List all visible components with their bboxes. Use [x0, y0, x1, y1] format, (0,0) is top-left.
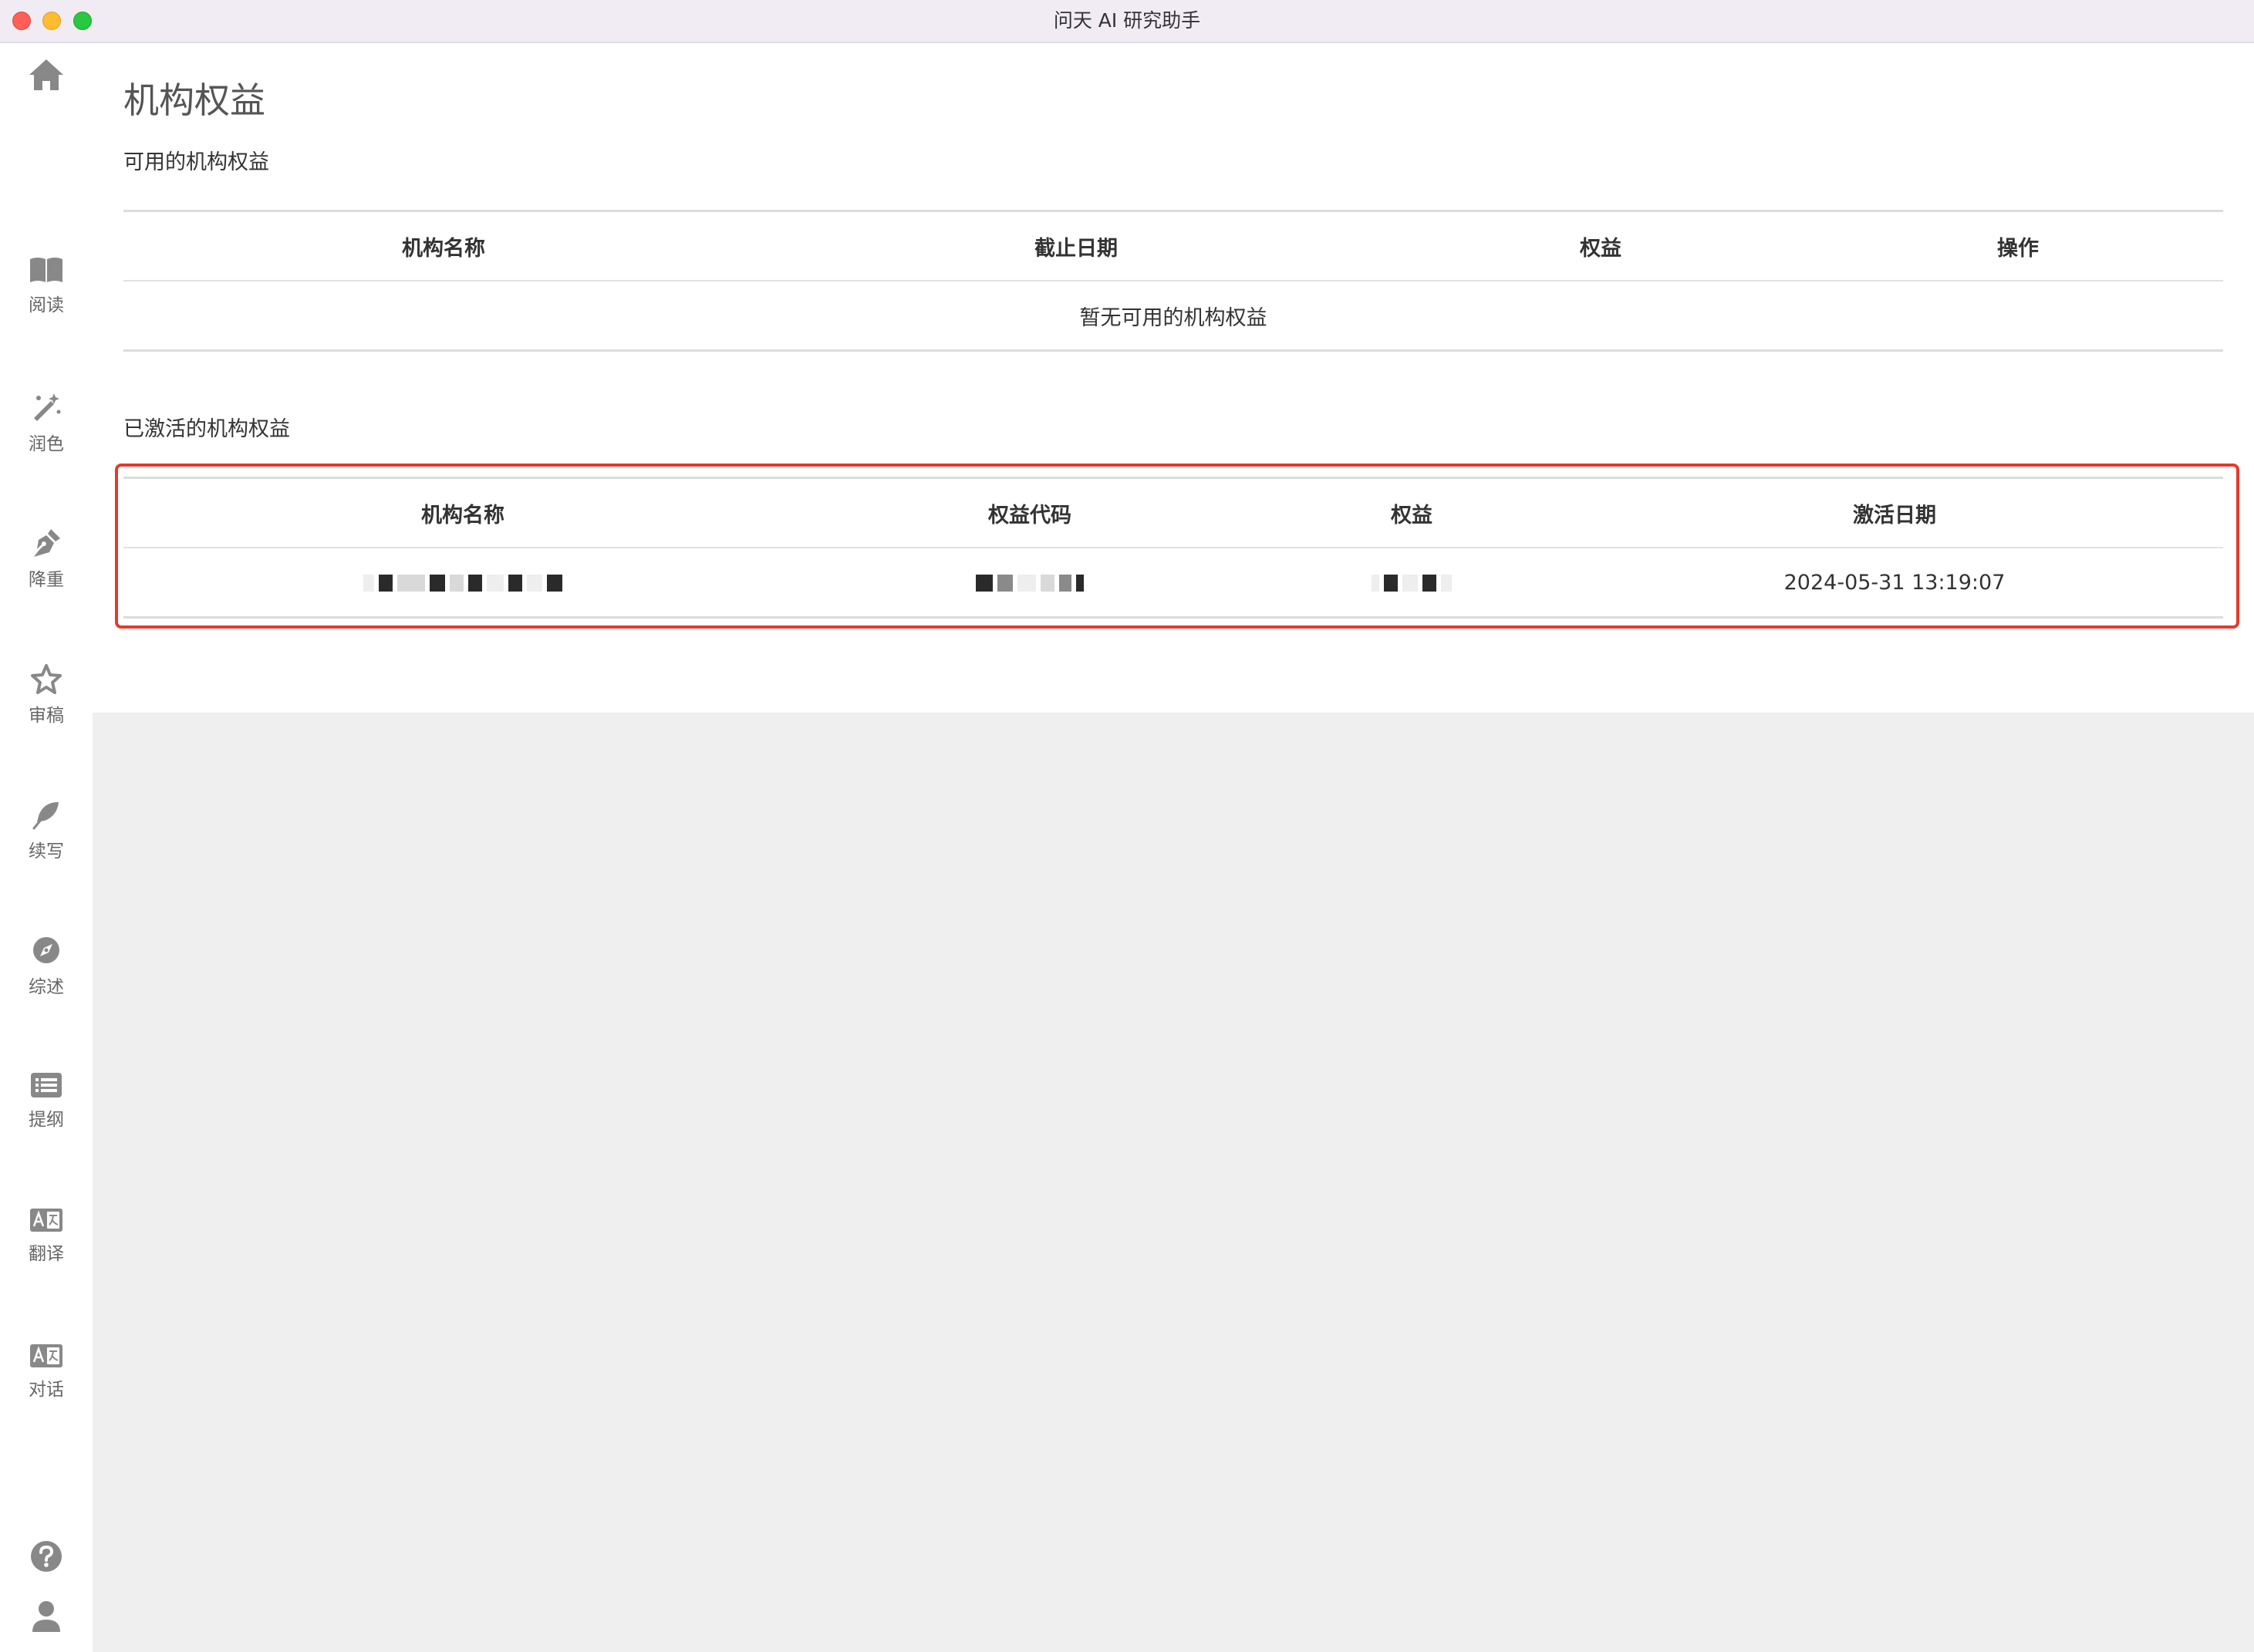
column-header: 权益	[1580, 236, 1621, 261]
sidebar-item-label: 翻译	[29, 1244, 64, 1264]
sidebar-item-label: 审稿	[29, 706, 64, 726]
empty-state-text: 暂无可用的机构权益	[1079, 305, 1267, 330]
sidebar-item-rewrite[interactable]: 降重	[0, 528, 93, 591]
pen-nib-icon	[34, 529, 60, 557]
translate-icon	[30, 1209, 62, 1232]
list-icon	[31, 1073, 62, 1097]
sidebar-item-survey[interactable]: 综述	[0, 935, 93, 998]
main-content: 机构权益 可用的机构权益 机构名称 截止日期 权益 操作 暂无可用的机构权益 已…	[93, 43, 2254, 713]
highlight-box	[115, 464, 2239, 629]
sidebar-item-read[interactable]: 阅读	[0, 256, 93, 316]
sidebar-item-outline[interactable]: 提纲	[0, 1072, 93, 1131]
sidebar-item-review[interactable]: 审稿	[0, 663, 93, 727]
sidebar: 阅读 润色 降重 审稿 续写 综述 提纲 翻译 对话	[0, 43, 93, 1652]
column-header: 机构名称	[402, 236, 485, 261]
table-header-row: 机构名称 截止日期 权益 操作	[123, 212, 2223, 280]
available-section-title: 可用的机构权益	[123, 150, 269, 174]
sidebar-item-chat[interactable]: 对话	[0, 1344, 93, 1401]
empty-content-area	[93, 713, 2254, 1652]
magic-wand-icon	[34, 393, 61, 421]
sidebar-item-home[interactable]	[0, 57, 93, 93]
compass-icon	[33, 937, 59, 963]
column-header: 截止日期	[1034, 236, 1118, 261]
user-icon	[32, 1601, 60, 1632]
window-title: 问天 AI 研究助手	[1053, 9, 1201, 32]
sidebar-item-label: 降重	[29, 570, 64, 590]
feather-icon	[32, 802, 59, 830]
translate-icon	[30, 1344, 62, 1367]
activated-section-title: 已激活的机构权益	[123, 417, 290, 441]
sidebar-item-label: 阅读	[29, 295, 64, 315]
available-benefits-table: 机构名称 截止日期 权益 操作 暂无可用的机构权益	[123, 210, 2223, 352]
sidebar-item-label: 润色	[29, 434, 64, 454]
table-row: 暂无可用的机构权益	[123, 280, 2223, 349]
sidebar-user-button[interactable]	[0, 1600, 93, 1633]
sidebar-item-continue[interactable]: 续写	[0, 799, 93, 862]
help-icon	[31, 1541, 62, 1572]
star-icon	[31, 664, 62, 694]
sidebar-item-label: 综述	[29, 977, 64, 997]
sidebar-item-label: 对话	[29, 1380, 64, 1400]
sidebar-item-label: 续写	[29, 841, 64, 861]
home-icon	[29, 59, 63, 90]
sidebar-item-translate[interactable]: 翻译	[0, 1208, 93, 1265]
sidebar-item-label: 提纲	[29, 1110, 64, 1130]
page-title: 机构权益	[123, 79, 265, 121]
sidebar-help-button[interactable]	[0, 1539, 93, 1573]
title-bar: 问天 AI 研究助手	[0, 0, 2254, 43]
book-icon	[30, 258, 62, 282]
column-header: 操作	[1997, 236, 2039, 261]
sidebar-item-polish[interactable]: 润色	[0, 392, 93, 455]
